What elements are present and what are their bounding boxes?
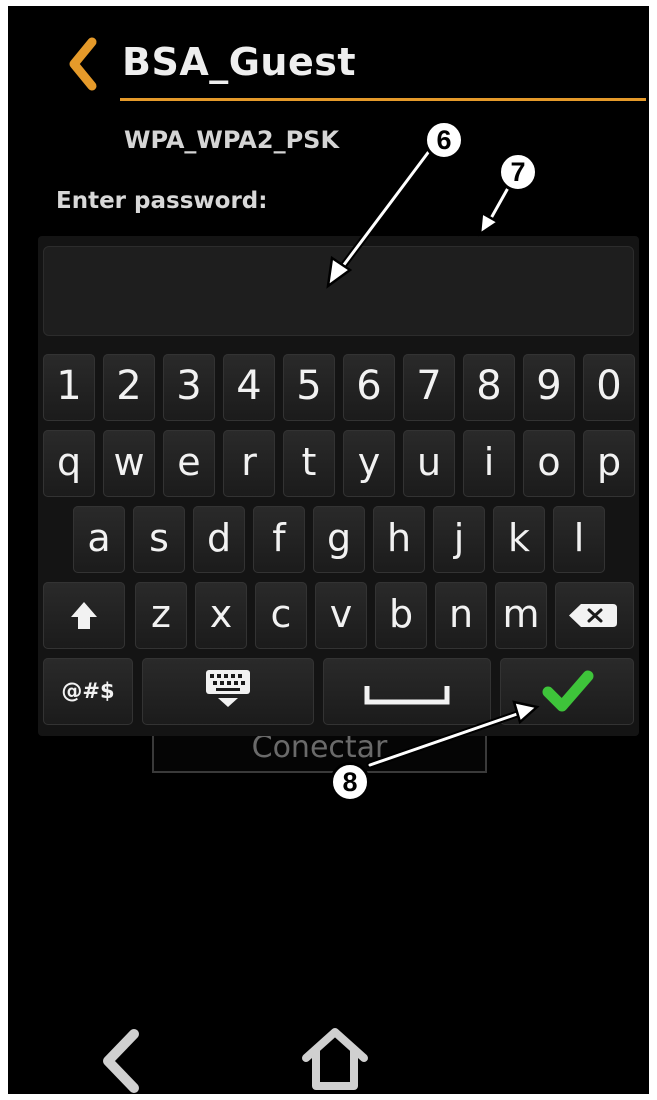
annotation-arrows — [326, 146, 540, 769]
callout-7: 7 — [498, 152, 538, 192]
callout-8: 8 — [330, 762, 370, 802]
callout-6: 6 — [424, 120, 464, 160]
